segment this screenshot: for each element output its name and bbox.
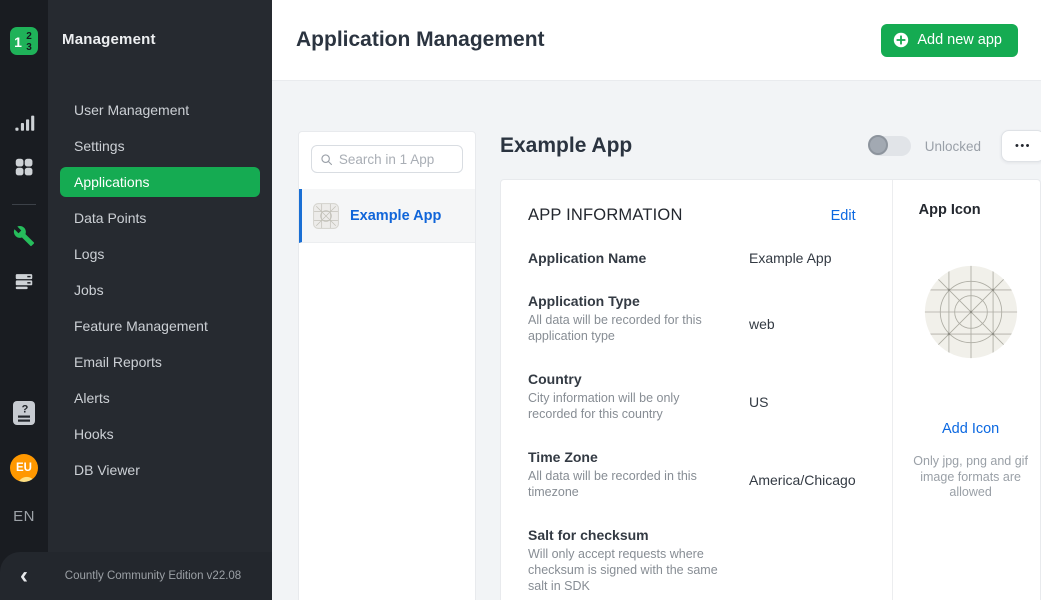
edit-link[interactable]: Edit xyxy=(831,208,856,224)
more-options-icon: ••• xyxy=(1015,140,1031,152)
sidebar-item-applications[interactable]: Applications xyxy=(60,167,260,197)
sidebar-item-email-reports[interactable]: Email Reports xyxy=(48,344,272,380)
add-new-app-button[interactable]: Add new app xyxy=(881,24,1018,57)
analytics-nav-item[interactable] xyxy=(0,112,48,134)
collapse-sidebar-icon[interactable]: ‹ xyxy=(0,554,48,598)
app-information-section: APP INFORMATION Edit Application Name Ex… xyxy=(501,180,892,600)
app-detail-title: Example App xyxy=(500,134,869,158)
field-time-zone: Time Zone All data will be recorded in t… xyxy=(528,449,856,500)
page-title: Application Management xyxy=(296,28,545,52)
sidebar-item-jobs[interactable]: Jobs xyxy=(48,272,272,308)
sidebar-item-feature-management[interactable]: Feature Management xyxy=(48,308,272,344)
field-label: Time Zone xyxy=(528,449,749,465)
field-description: All data will be recorded for this appli… xyxy=(528,312,724,344)
field-value: Example App xyxy=(749,250,832,266)
sidebar-item-alerts[interactable]: Alerts xyxy=(48,380,272,416)
dashboards-nav-item[interactable] xyxy=(0,156,48,178)
version-label: Countly Community Edition v22.08 xyxy=(48,570,272,582)
app-icon-panel: App Icon Add Icon Only jpg, png and gif … xyxy=(892,180,1041,600)
countly-logo[interactable]: 1 2 3 xyxy=(0,26,48,56)
field-description: Will only accept requests where checksum… xyxy=(528,546,724,594)
sidebar-item-data-points[interactable]: Data Points xyxy=(48,200,272,236)
sidebar-item-user-management[interactable]: User Management xyxy=(48,92,272,128)
field-description: City information will be only recorded f… xyxy=(528,390,724,422)
field-label: Application Name xyxy=(528,250,749,266)
sidebar-item-logs[interactable]: Logs xyxy=(48,236,272,272)
app-information-heading: APP INFORMATION xyxy=(528,206,683,225)
svg-text:2: 2 xyxy=(26,31,32,42)
rail-divider xyxy=(12,204,36,205)
lock-toggle[interactable] xyxy=(869,136,911,156)
management-sidebar: Management User Management Settings Appl… xyxy=(48,0,272,600)
app-list-item-example-app[interactable]: Example App xyxy=(299,189,475,243)
field-label: Application Type xyxy=(528,293,749,309)
sidebar-menu: User Management Settings Applications Da… xyxy=(48,92,272,488)
countly-logo-icon: 1 2 3 xyxy=(9,26,39,56)
bar-chart-icon xyxy=(13,112,35,134)
management-nav-item[interactable] xyxy=(0,225,48,247)
app-detail-header: Example App Unlocked ••• xyxy=(500,126,1041,166)
svg-text:3: 3 xyxy=(26,42,32,53)
field-application-name: Application Name Example App xyxy=(528,250,856,266)
app-search-box[interactable] xyxy=(311,145,463,173)
field-application-type: Application Type All data will be record… xyxy=(528,293,856,344)
page-header: Application Management Add new app xyxy=(272,0,1041,81)
wrench-icon xyxy=(13,225,35,247)
app-list-panel: Example App xyxy=(298,131,476,600)
grid-icon xyxy=(13,156,35,178)
app-icon-placeholder xyxy=(923,264,1019,360)
sidebar-title: Management xyxy=(62,31,156,48)
app-placeholder-icon xyxy=(313,203,339,229)
language-selector[interactable]: EN xyxy=(0,508,48,525)
field-country: Country City information will be only re… xyxy=(528,371,856,422)
field-salt-for-checksum: Salt for checksum Will only accept reque… xyxy=(528,527,856,594)
icon-format-hint: Only jpg, png and gif image formats are … xyxy=(907,454,1035,501)
field-description: All data will be recorded in this timezo… xyxy=(528,468,724,500)
app-list-item-label: Example App xyxy=(350,208,441,224)
svg-text:1: 1 xyxy=(14,34,22,50)
server-stack-icon xyxy=(13,270,35,292)
sidebar-item-settings[interactable]: Settings xyxy=(48,128,272,164)
user-avatar-button[interactable]: EU xyxy=(0,454,48,482)
lock-toggle-knob xyxy=(868,135,888,155)
avatar: EU xyxy=(10,454,38,482)
app-search-input[interactable] xyxy=(339,152,454,167)
more-options-button[interactable]: ••• xyxy=(1001,130,1041,162)
lock-state-label: Unlocked xyxy=(925,139,981,154)
field-value: web xyxy=(749,293,775,344)
app-information-card: APP INFORMATION Edit Application Name Ex… xyxy=(500,179,1041,600)
add-icon-link[interactable]: Add Icon xyxy=(893,421,1041,437)
plus-circle-icon xyxy=(893,32,909,48)
sidebar-item-hooks[interactable]: Hooks xyxy=(48,416,272,452)
sidebar-item-db-viewer[interactable]: DB Viewer xyxy=(48,452,272,488)
search-icon xyxy=(320,152,333,167)
help-center-button[interactable]: ? xyxy=(0,400,48,426)
database-nav-item[interactable] xyxy=(0,270,48,292)
sidebar-footer: ‹ Countly Community Edition v22.08 xyxy=(0,552,272,600)
field-value: America/Chicago xyxy=(749,449,856,500)
help-doc-icon: ? xyxy=(12,400,36,426)
add-new-app-label: Add new app xyxy=(917,32,1002,48)
app-icon-title: App Icon xyxy=(893,202,1041,218)
field-label: Salt for checksum xyxy=(528,527,749,543)
field-value: US xyxy=(749,371,768,422)
icon-rail: 1 2 3 xyxy=(0,0,48,600)
field-label: Country xyxy=(528,371,749,387)
svg-text:?: ? xyxy=(22,404,29,416)
